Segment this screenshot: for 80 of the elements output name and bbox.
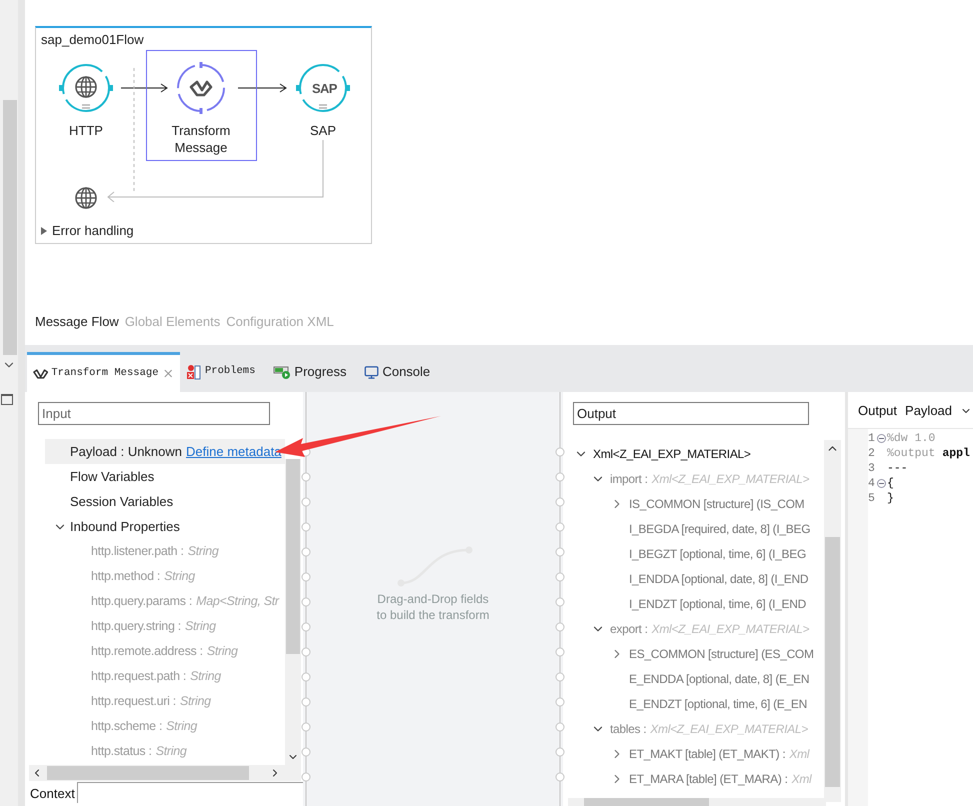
line-number: 1 <box>868 431 876 446</box>
tree-item[interactable]: ET_MARA [table] (ET_MARA) : Xml <box>563 766 824 791</box>
tree-item[interactable]: http.method : String <box>45 564 285 589</box>
tree-item[interactable]: IS_COMMON [structure] (IS_COM <box>563 491 824 516</box>
line-number: 2 <box>868 446 876 461</box>
code-line: { <box>887 476 894 491</box>
tree-item[interactable]: ET_MAKT [table] (ET_MAKT) : Xml <box>563 741 824 766</box>
tree-item[interactable]: http.remote.address : String <box>45 639 285 664</box>
globe-icon <box>74 186 98 210</box>
tree-item[interactable]: import : Xml<Z_EAI_EXP_MATERIAL> <box>563 466 824 491</box>
tree-item[interactable]: http.listener.path : String <box>45 539 285 564</box>
line-number: 4 <box>868 476 876 491</box>
horizontal-scrollbar[interactable] <box>568 798 826 806</box>
progress-icon <box>273 365 292 379</box>
tree-item[interactable]: ES_COMMON [structure] (ES_COM <box>563 641 824 666</box>
scrollbar-thumb[interactable] <box>825 537 840 787</box>
tree-item[interactable]: export : Xml<Z_EAI_EXP_MATERIAL> <box>563 616 824 641</box>
tree-item[interactable]: http.query.string : String <box>45 614 285 639</box>
fold-icon[interactable] <box>877 434 886 443</box>
node-label: HTTP <box>68 122 104 139</box>
code-line: --- <box>887 461 908 476</box>
tree-item[interactable]: Xml<Z_EAI_EXP_MATERIAL> <box>563 441 824 466</box>
tree-item[interactable]: http.scheme : String <box>45 714 285 739</box>
tree-item[interactable]: http.status : String <box>45 739 285 764</box>
editor-tab[interactable]: Global Elements <box>124 312 220 332</box>
scrollbar-thumb[interactable] <box>47 766 249 780</box>
tree-item[interactable]: Session Variables <box>45 489 285 514</box>
vertical-scrollbar[interactable] <box>285 459 301 765</box>
code-line: } <box>887 491 894 506</box>
console-icon <box>364 364 380 380</box>
flow-arrow <box>121 83 169 93</box>
tree-item[interactable]: Payload : Unknown Define metadata <box>45 439 285 464</box>
input-field[interactable]: Input <box>38 402 270 425</box>
tree-item[interactable]: http.request.uri : String <box>45 689 285 714</box>
tree-item[interactable]: Flow Variables <box>45 464 285 489</box>
tree-item[interactable]: I_BEGDA [required, date, 8] (I_BEG <box>563 516 824 541</box>
window-icon[interactable] <box>1 394 13 405</box>
tree-item[interactable]: E_ENDZT [optional, time, 6] (E_EN <box>563 691 824 716</box>
output-header-label[interactable]: Payload <box>905 401 952 421</box>
define-metadata-link[interactable]: Define metadata <box>186 442 282 462</box>
tree-item[interactable]: Inbound Properties <box>45 514 285 539</box>
panel-tab[interactable]: Problems <box>180 352 262 392</box>
flow-title: sap_demo01Flow <box>41 31 144 49</box>
drag-hint: Drag-and-Drop fields to build the transform <box>376 591 490 623</box>
transform-icon <box>33 368 48 380</box>
line-number: 3 <box>868 461 876 476</box>
tree-item[interactable]: I_BEGZT [optional, time, 6] (I_BEG <box>563 541 824 566</box>
scrollbar-thumb[interactable] <box>584 798 709 806</box>
sap-logo: SAP <box>312 82 337 95</box>
tree-item[interactable]: I_ENDZT [optional, time, 6] (I_END <box>563 591 824 616</box>
output-field[interactable]: Output <box>573 402 809 425</box>
close-icon[interactable] <box>162 367 174 380</box>
editor-tab[interactable]: Message Flow <box>35 312 119 332</box>
vertical-scrollbar[interactable] <box>824 440 841 802</box>
panel-tab[interactable]: Progress <box>267 352 352 392</box>
output-header-label[interactable]: Output <box>858 401 898 421</box>
flow-arrow <box>238 83 288 93</box>
fold-icon[interactable] <box>877 479 886 488</box>
tree-item[interactable]: http.request.path : String <box>45 664 285 689</box>
tree-item[interactable]: http.query.params : Map<String, Str <box>45 589 285 614</box>
horizontal-scrollbar[interactable] <box>29 765 301 781</box>
panel-tab[interactable]: Transform Message <box>27 352 180 392</box>
globe-icon <box>75 76 97 98</box>
context-label: Context <box>30 784 75 802</box>
code-line: %dw 1.0 <box>887 431 936 446</box>
context-field[interactable] <box>76 782 303 803</box>
tree-item[interactable]: I_ENDDA [optional, date, 8] (I_END <box>563 566 824 591</box>
error-handling-toggle[interactable]: Error handling <box>41 221 134 240</box>
scrollbar-thumb[interactable] <box>286 459 300 654</box>
scrollbar-track[interactable] <box>3 100 17 355</box>
line-number: 5 <box>868 491 876 506</box>
caret-right-icon <box>41 226 48 235</box>
code-line: %output appl <box>887 446 970 461</box>
panel-tab[interactable]: Console <box>358 352 436 392</box>
editor-tab[interactable]: Configuration XML <box>226 312 334 332</box>
node-label: Transform Message <box>170 122 232 156</box>
node-label: SAP <box>308 122 337 139</box>
tree-item[interactable]: E_ENDDA [optional, date, 8] (E_EN <box>563 666 824 691</box>
problems-icon <box>186 364 202 380</box>
tree-item[interactable]: tables : Xml<Z_EAI_EXP_MATERIAL> <box>563 716 824 741</box>
